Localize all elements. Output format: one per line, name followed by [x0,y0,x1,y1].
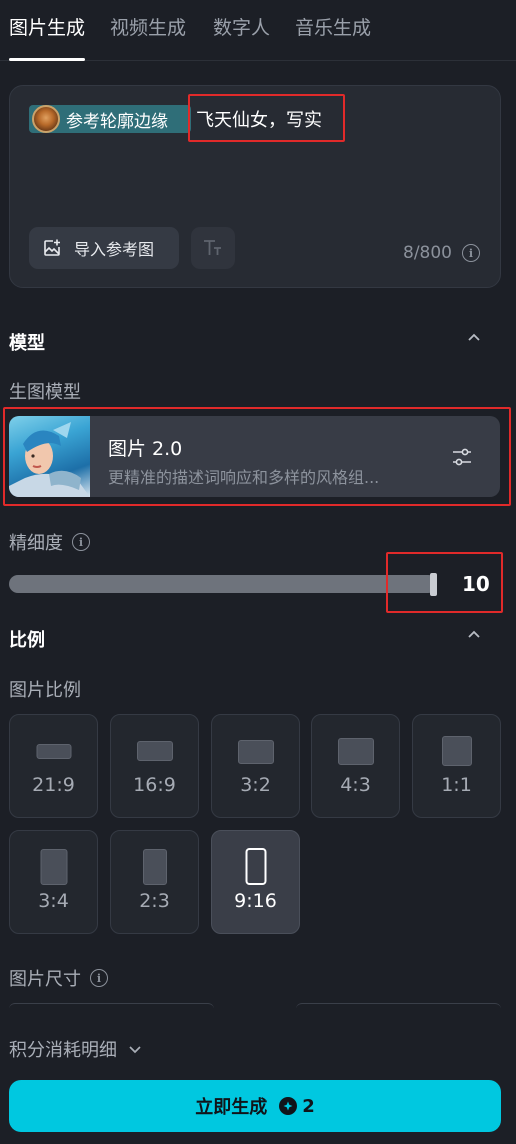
points-detail-label: 积分消耗明细 [9,1040,117,1061]
ratio-shape-icon [337,738,374,765]
ratio-label: 3:4 [38,890,69,912]
tab-bar: 图片生成 视频生成 数字人 音乐生成 [0,0,516,61]
generate-button[interactable]: 立即生成 2 [9,1080,501,1132]
ratio-label: 3:2 [240,774,271,796]
text-tool-button[interactable] [191,227,235,269]
import-reference-button[interactable]: 导入参考图 [29,227,179,269]
ratio-option-3-4[interactable]: 3:4 [9,830,98,934]
tab-image-generation[interactable]: 图片生成 [9,14,86,61]
tab-music-generation[interactable]: 音乐生成 [295,14,371,60]
model-section-title: 模型 [9,333,45,354]
points-detail-toggle[interactable]: 积分消耗明细 [9,1036,143,1062]
detail-info-icon[interactable]: i [72,533,90,551]
points-coin-icon [279,1097,298,1115]
char-counter: 8/800 i [403,243,480,263]
detail-label-row: 精细度 i [9,529,90,555]
highlight-box-prompt [188,94,345,142]
generate-cost: 2 [279,1096,315,1117]
ratio-option-2-3[interactable]: 2:3 [110,830,199,934]
generate-button-label: 立即生成 [195,1097,268,1118]
ratio-sub-label: 图片比例 [9,680,81,701]
ratio-option-1-1[interactable]: 1:1 [412,714,501,818]
ratio-shape-icon [441,736,472,766]
import-reference-label: 导入参考图 [74,240,155,259]
char-counter-text: 8/800 [403,243,452,263]
ratio-label: 4:3 [340,774,371,796]
highlight-box-model [3,407,511,506]
model-sub-label: 生图模型 [9,382,81,403]
ratio-label: 21:9 [32,774,75,796]
collapse-ratio-chevron-up-icon[interactable] [466,627,482,643]
ratio-shape-icon [237,740,274,764]
ratio-option-4-3[interactable]: 4:3 [311,714,400,818]
tab-digital-human[interactable]: 数字人 [213,14,270,60]
ratio-option-16-9[interactable]: 16:9 [110,714,199,818]
detail-slider-track[interactable] [9,575,437,593]
reference-chip[interactable]: 参考轮廓边缘 [29,105,191,133]
ratio-shape-icon [40,849,67,885]
collapse-model-chevron-up-icon[interactable] [466,330,482,346]
generate-cost-value: 2 [302,1095,315,1117]
ratio-option-21-9[interactable]: 21:9 [9,714,98,818]
ratio-shape-icon [36,744,71,759]
ratio-option-3-2[interactable]: 3:2 [211,714,300,818]
ratio-label: 1:1 [441,774,472,796]
ratio-option-9-16[interactable]: 9:16 [211,830,300,934]
chevron-down-icon [129,1046,141,1054]
info-icon[interactable]: i [462,244,480,262]
size-info-icon[interactable]: i [90,969,108,987]
size-label-row: 图片尺寸 i [9,965,108,991]
highlight-box-detail [386,552,503,613]
size-label: 图片尺寸 [9,969,81,990]
ratio-shape-icon [142,849,167,885]
ratio-shape-icon [245,848,266,885]
reference-chip-label: 参考轮廓边缘 [66,111,168,132]
detail-label: 精细度 [9,533,63,554]
reference-thumbnail [32,105,60,133]
ratio-label: 2:3 [139,890,170,912]
ratio-shape-icon [136,741,173,761]
ratio-section-title: 比例 [9,630,45,651]
ratio-label: 16:9 [133,774,176,796]
ratio-label: 9:16 [234,890,277,912]
tab-video-generation[interactable]: 视频生成 [110,14,186,60]
image-add-icon [44,239,60,256]
text-format-icon [204,240,221,255]
